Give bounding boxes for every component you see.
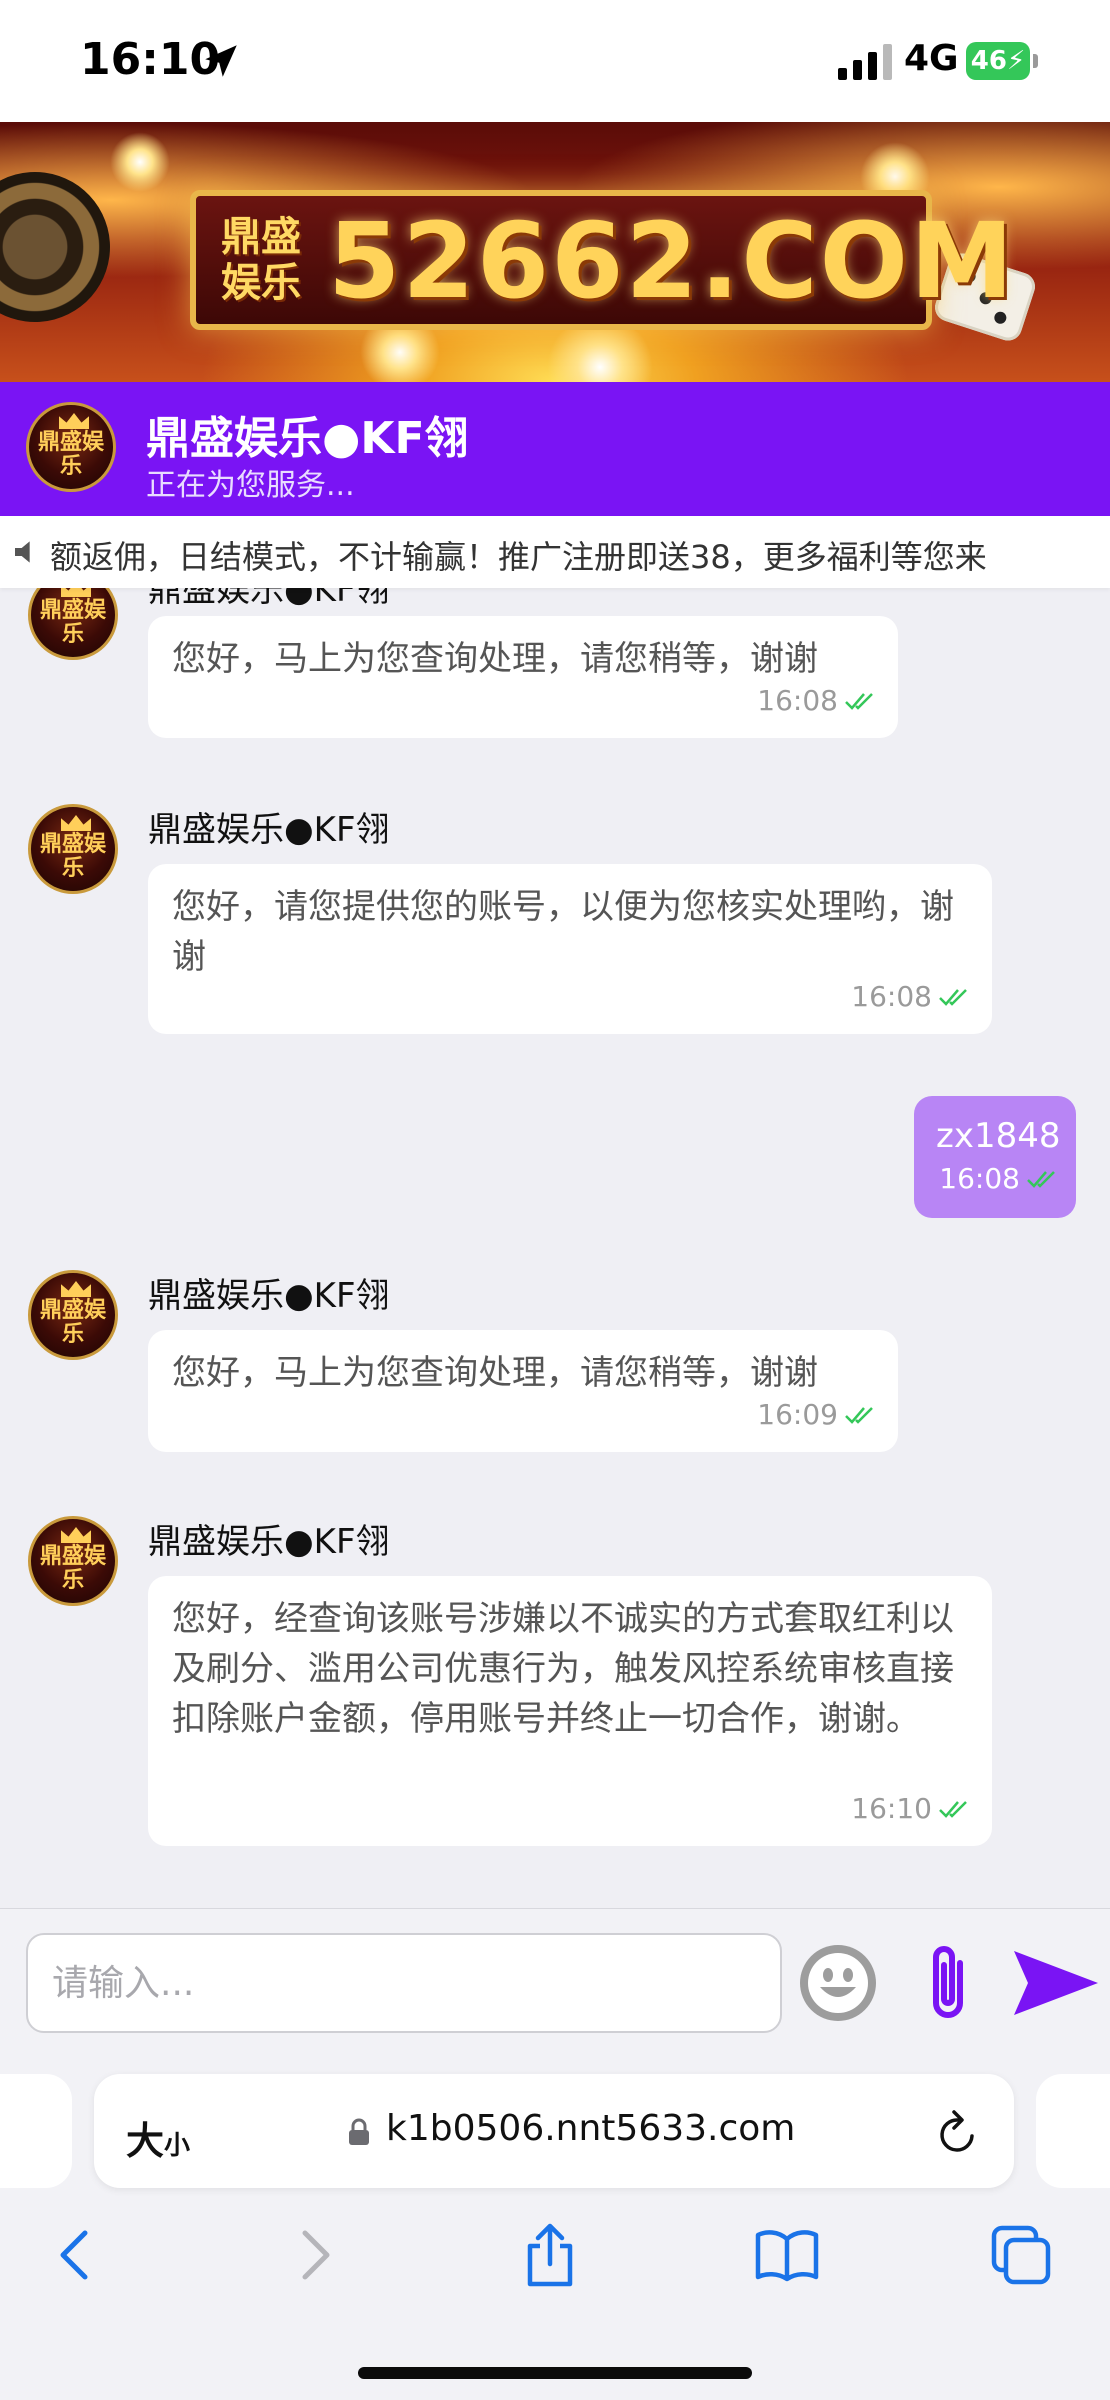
agent-name: 鼎盛娱乐●KF翎	[146, 413, 469, 464]
casino-chip-image	[0, 155, 127, 339]
status-bar: 16:10 4G 46⚡	[0, 0, 1110, 122]
brand-logo-line1: 鼎盛	[221, 214, 301, 260]
back-button[interactable]	[40, 2220, 110, 2290]
bookmarks-icon	[755, 2230, 819, 2282]
reload-icon[interactable]	[936, 2108, 980, 2156]
forward-icon	[302, 2230, 330, 2280]
network-type: 4G	[904, 38, 959, 79]
message-bubble[interactable]: 您好，马上为您查询处理，请您稍等，谢谢 16:08	[148, 616, 898, 738]
promo-banner[interactable]: 鼎盛 娱乐 52662.COM	[0, 122, 1110, 382]
browser-chrome: 大小 k1b0506.nnt5633.com	[0, 2052, 1110, 2400]
speaker-icon	[15, 541, 30, 563]
message-bubble[interactable]: 您好，经查询该账号涉嫌以不诚实的方式套取红利以及刷分、滥用公司优惠行为，触发风控…	[148, 1576, 992, 1846]
previous-tab[interactable]	[0, 2074, 72, 2188]
brand-logo-line2: 娱乐	[221, 260, 301, 306]
tabs-icon	[991, 2225, 1051, 2285]
home-indicator[interactable]	[358, 2367, 752, 2379]
battery-level: 46	[970, 46, 1007, 76]
agent-avatar: 鼎盛娱乐	[28, 1516, 118, 1606]
banner-domain: 52662.COM	[328, 200, 1016, 322]
read-check-icon	[845, 1407, 873, 1424]
announcement-text: 额返佣，日结模式，不计输赢！推广注册即送38，更多福利等您来	[50, 538, 987, 576]
share-button[interactable]	[515, 2220, 585, 2290]
signal-icon	[838, 44, 892, 80]
message-sender: 鼎盛娱乐●KF翎	[148, 588, 390, 610]
message-sender: 鼎盛娱乐●KF翎	[148, 810, 390, 850]
agent-avatar[interactable]: 鼎盛娱乐	[26, 402, 116, 492]
read-check-icon	[1027, 1171, 1055, 1188]
message-composer	[0, 1908, 1110, 2053]
message-time: 16:08	[851, 980, 932, 1013]
message-time: 16:08	[757, 684, 838, 717]
bookmarks-button[interactable]	[752, 2220, 822, 2290]
share-icon	[527, 2223, 573, 2287]
lock-icon	[349, 2118, 369, 2145]
tabs-button[interactable]	[986, 2220, 1056, 2290]
my-message-bubble[interactable]: zx1848 16:08	[914, 1096, 1076, 1218]
next-tab[interactable]	[1036, 2074, 1110, 2188]
message-sender: 鼎盛娱乐●KF翎	[148, 1276, 390, 1316]
message-sender: 鼎盛娱乐●KF翎	[148, 1522, 390, 1562]
read-check-icon	[939, 1801, 967, 1818]
message-text: 您好，经查询该账号涉嫌以不诚实的方式套取红利以及刷分、滥用公司优惠行为，触发风控…	[172, 1599, 954, 1739]
emoji-icon[interactable]	[796, 1941, 880, 2025]
message-bubble[interactable]: 您好，马上为您查询处理，请您稍等，谢谢 16:09	[148, 1330, 898, 1452]
agent-status: 正在为您服务...	[146, 468, 355, 503]
message-text: 您好，请您提供您的账号，以便为您核实处理哟，谢谢	[172, 887, 954, 977]
message-input[interactable]	[26, 1933, 782, 2033]
read-check-icon	[939, 989, 967, 1006]
agent-avatar: 鼎盛娱乐	[28, 1270, 118, 1360]
banner-logo-plate: 鼎盛 娱乐 52662.COM	[190, 190, 1014, 330]
text-size-button[interactable]: 大小	[126, 2110, 190, 2165]
paperclip-icon[interactable]	[912, 1937, 984, 2029]
message-bubble[interactable]: 您好，请您提供您的账号，以便为您核实处理哟，谢谢 16:08	[148, 864, 992, 1034]
back-icon	[60, 2230, 88, 2280]
address-bar[interactable]: 大小 k1b0506.nnt5633.com	[94, 2074, 1014, 2188]
url-text: k1b0506.nnt5633.com	[386, 2108, 796, 2149]
send-icon[interactable]	[1010, 1947, 1102, 2019]
brand-logo: 鼎盛 娱乐	[196, 196, 326, 324]
message-time: 16:10	[851, 1792, 932, 1825]
announcement-marquee: 额返佣，日结模式，不计输赢！推广注册即送38，更多福利等您来	[0, 516, 1110, 588]
agent-avatar: 鼎盛娱乐	[28, 588, 118, 660]
chat-header: 鼎盛娱乐 鼎盛娱乐●KF翎 正在为您服务...	[0, 382, 1110, 516]
forward-button[interactable]	[280, 2220, 350, 2290]
battery-tip	[1033, 54, 1038, 68]
read-check-icon	[845, 693, 873, 710]
message-text: zx1848	[936, 1116, 1061, 1156]
agent-avatar: 鼎盛娱乐	[28, 804, 118, 894]
battery-icon: 46⚡	[966, 42, 1030, 80]
message-list[interactable]: 鼎盛娱乐 鼎盛娱乐●KF翎 您好，马上为您查询处理，请您稍等，谢谢 16:08 …	[0, 588, 1110, 1908]
location-arrow-icon	[205, 45, 237, 77]
message-time: 16:08	[939, 1162, 1020, 1195]
message-time: 16:09	[757, 1398, 838, 1431]
